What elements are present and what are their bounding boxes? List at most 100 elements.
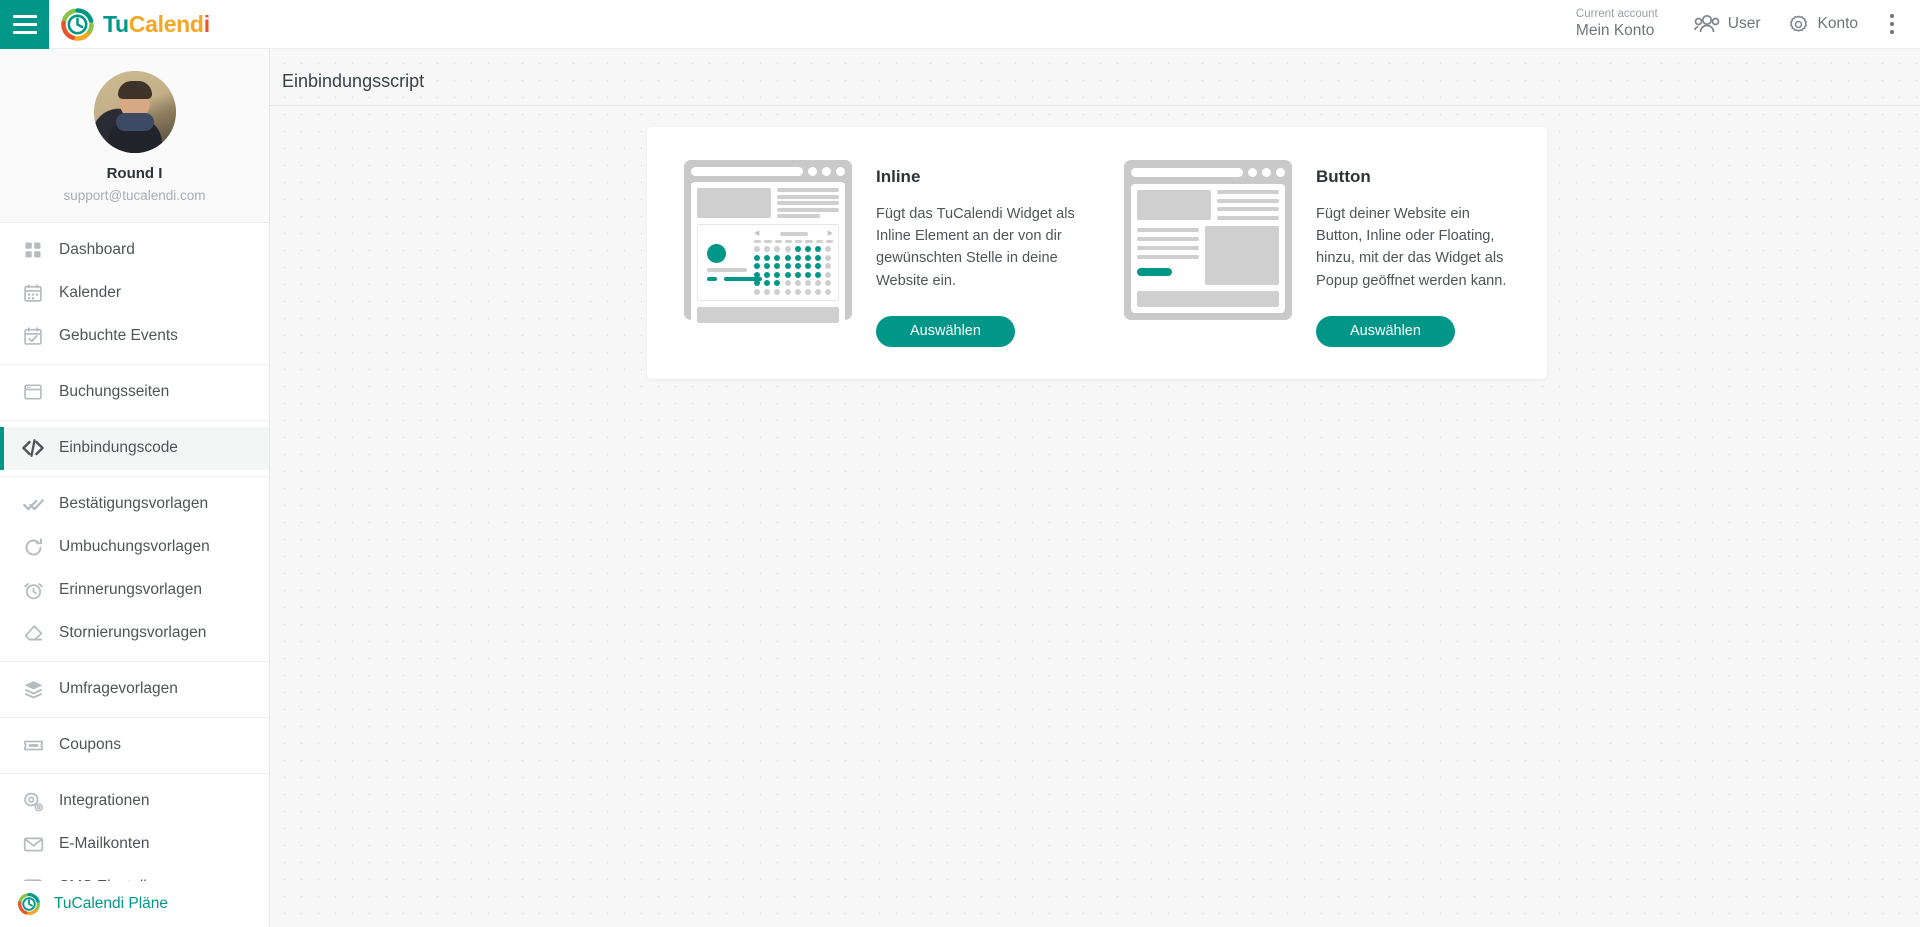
sidebar-nav: Dashboard Kalender Gebuchte Events Buchungs…	[0, 223, 269, 915]
mock-calendar-nav: ◀ ▶	[754, 230, 833, 237]
sidebar-item-e-mailkonten[interactable]: E-Mailkonten	[0, 823, 269, 866]
sidebar-item-dashboard[interactable]: Dashboard	[0, 229, 269, 272]
mock-day-available	[794, 263, 801, 270]
mock-day-available	[754, 271, 760, 278]
inline-widget-preview: ◀ ▶	[684, 160, 852, 329]
mock-day-unavailable	[764, 246, 771, 252]
mock-line	[1217, 198, 1279, 203]
mock-dot	[1276, 168, 1285, 177]
tucalendi-logo-icon	[61, 7, 94, 41]
sidebar-item-tucalendi-plans-label: TuCalendi Pläne	[54, 895, 169, 912]
select-inline-button[interactable]: Auswählen	[876, 315, 1015, 347]
dashboard-icon	[22, 239, 44, 261]
sidebar-item-gebuchte-events[interactable]: Gebuchte Events	[0, 315, 269, 358]
sidebar-item-kalender[interactable]: Kalender	[0, 272, 269, 315]
sidebar-item-erinnerungsvorlagen[interactable]: Erinnerungsvorlagen	[0, 569, 269, 612]
current-account[interactable]: Current account Mein Konto	[1576, 8, 1680, 39]
mock-day-available	[774, 271, 781, 278]
mock-month-label	[779, 231, 808, 236]
mock-dot	[1248, 168, 1257, 177]
option-inline-text: Inline Fügt das TuCalendi Widget als Inl…	[876, 160, 1076, 347]
mock-day-available	[815, 263, 822, 270]
sidebar-item-tucalendi-plans[interactable]: TuCalendi Pläne	[0, 881, 269, 927]
sidebar: Round I support@tucalendi.com Dashboard K…	[0, 49, 270, 927]
profile-email: support@tucalendi.com	[63, 187, 206, 203]
mock-accent-line	[707, 277, 717, 282]
mock-day-available	[794, 271, 801, 278]
mock-day-available	[764, 280, 771, 287]
mock-day-available	[804, 271, 811, 278]
brand-part-calend: Calend	[128, 10, 204, 37]
browser-window-icon	[22, 381, 44, 403]
alarm-clock-icon	[22, 579, 44, 601]
hamburger-line	[12, 22, 37, 26]
sidebar-item-umbuchungsvorlagen[interactable]: Umbuchungsvorlagen	[0, 526, 269, 569]
sidebar-item-integrationen-label: Integrationen	[59, 792, 150, 810]
mock-line	[777, 194, 839, 199]
settings-menu[interactable]: Konto	[1774, 14, 1872, 35]
calendar-icon	[22, 282, 44, 304]
avatar-scarf	[115, 113, 154, 131]
sidebar-item-einbindungscode-label: Einbindungscode	[59, 439, 178, 457]
mock-day-available	[815, 254, 822, 261]
avatar-hair	[117, 81, 152, 99]
sidebar-item-umbuchungsvorlagen-label: Umbuchungsvorlagen	[59, 538, 210, 556]
chevron-right-icon: ▶	[827, 230, 833, 237]
mock-weekday	[825, 240, 833, 243]
hamburger-icon[interactable]	[0, 0, 49, 49]
kebab-dot	[1890, 14, 1894, 18]
mock-day-unavailable	[764, 288, 771, 295]
mock-day-available	[774, 280, 781, 287]
sidebar-item-stornierungsvorlagen[interactable]: Stornierungsvorlagen	[0, 612, 269, 655]
sidebar-item-buchungsseiten[interactable]: Buchungsseiten	[0, 371, 269, 414]
page-title: Einbindungsscript	[282, 71, 425, 91]
mock-day-unavailable	[825, 271, 832, 278]
mock-day-unavailable	[825, 246, 832, 252]
mock-calendar-day-grid	[754, 246, 833, 295]
kebab-dot	[1890, 22, 1894, 26]
mock-dot	[836, 167, 845, 176]
mock-inline-calendar-widget: ◀ ▶	[697, 224, 839, 301]
option-button-description: Fügt deiner Website ein Button, Inline o…	[1316, 206, 1507, 289]
select-button-button[interactable]: Auswählen	[1316, 315, 1455, 347]
avatar[interactable]	[93, 71, 176, 153]
envelope-icon	[22, 833, 44, 855]
brand-logo-area[interactable]: TuCalendi	[61, 7, 210, 41]
kebab-menu-icon[interactable]	[1872, 14, 1906, 34]
layers-icon	[22, 678, 44, 700]
mock-content-row	[1137, 226, 1279, 285]
mock-page-body: ◀ ▶	[691, 182, 845, 329]
mock-day-unavailable	[825, 288, 832, 295]
mock-dot	[822, 167, 831, 176]
mock-day-available	[764, 271, 771, 278]
sidebar-item-bestätigungsvorlagen[interactable]: Bestätigungsvorlagen	[0, 483, 269, 526]
mock-weekday-row	[754, 240, 833, 243]
mock-day-unavailable	[825, 254, 832, 261]
mock-line	[707, 267, 747, 272]
mock-weekday	[774, 240, 782, 243]
mock-line	[777, 201, 839, 205]
ticket-icon	[22, 734, 44, 756]
sidebar-nav-group: Buchungsseiten	[0, 365, 269, 421]
sidebar-item-umfragevorlagen[interactable]: Umfragevorlagen	[0, 668, 269, 711]
sidebar-item-integrationen[interactable]: Integrationen	[0, 780, 269, 823]
mock-day-available	[804, 246, 811, 252]
sidebar-nav-group: Einbindungscode	[0, 421, 269, 477]
chevron-left-icon: ◀	[754, 230, 760, 237]
users-icon	[1693, 14, 1720, 33]
sidebar-item-coupons[interactable]: Coupons	[0, 724, 269, 767]
mock-weekday	[754, 240, 762, 243]
sidebar-item-einbindungscode[interactable]: Einbindungscode	[0, 426, 269, 470]
mock-image-block	[1205, 226, 1279, 285]
mock-day-unavailable	[794, 280, 801, 287]
mock-day-unavailable	[804, 288, 811, 295]
mock-weekday	[795, 240, 803, 243]
double-check-icon	[22, 493, 44, 515]
mock-line	[1217, 215, 1279, 220]
user-menu[interactable]: User	[1680, 14, 1775, 34]
sidebar-item-erinnerungsvorlagen-label: Erinnerungsvorlagen	[59, 581, 203, 599]
tucalendi-logo-icon	[18, 893, 40, 915]
mock-url-bar	[691, 167, 803, 176]
mock-day-available	[784, 254, 791, 261]
settings-menu-label: Konto	[1817, 15, 1858, 32]
